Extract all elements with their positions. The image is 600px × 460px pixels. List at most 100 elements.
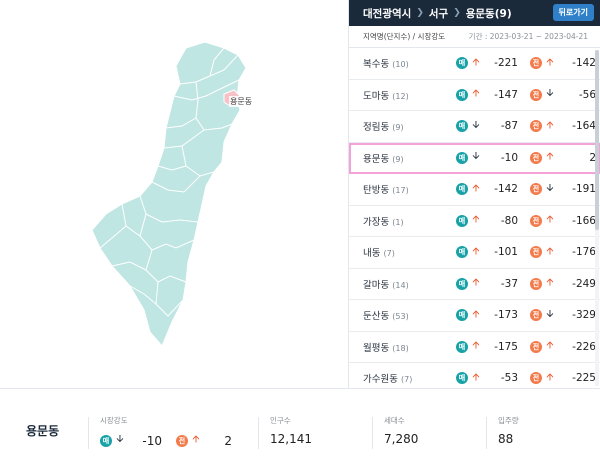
jeonse-value: -225: [572, 372, 596, 385]
region-name: 가수원동 (7): [363, 371, 456, 385]
region-row[interactable]: 둔산동 (53) 매 🡩 -173 전 🡫 -329: [349, 300, 600, 332]
maemae-value: -101: [494, 246, 518, 259]
breadcrumb-dong[interactable]: 용문동(9): [466, 6, 512, 21]
region-name-text: 가수원동: [363, 374, 398, 386]
maemae-badge: 매: [456, 340, 468, 353]
breadcrumb-district[interactable]: 서구: [429, 6, 448, 21]
complex-count: (7): [401, 375, 413, 385]
complex-count: (17): [392, 186, 409, 196]
population-label: 인구수: [270, 416, 291, 425]
chevron-right-icon: ❯: [416, 8, 424, 18]
maemae-badge: 매: [456, 309, 468, 322]
region-name-text: 용문동: [363, 153, 390, 165]
back-button[interactable]: 뒤로가기: [552, 4, 594, 21]
region-name-text: 둔산동: [363, 311, 390, 323]
maemae-value: -10: [500, 151, 518, 164]
region-name-text: 내동: [363, 248, 381, 260]
region-name-text: 복수동: [363, 59, 390, 71]
region-row[interactable]: 정림동 (9) 매 🡫 -87 전 🡩 -164: [349, 111, 600, 143]
scrollbar-thumb[interactable]: [595, 50, 599, 230]
region-row[interactable]: 갈마동 (14) 매 🡩 -37 전 🡩 -249: [349, 269, 600, 300]
summary-households: 세대수 7,280: [384, 415, 418, 446]
arrow-up-icon: 🡩: [472, 88, 480, 100]
maemae-value: -221: [494, 57, 518, 70]
arrow-up-icon: 🡩: [472, 277, 480, 289]
region-name: 둔산동 (53): [363, 308, 456, 322]
summary-population: 인구수 12,141: [270, 415, 312, 446]
strength-label: 시장강도: [100, 416, 128, 425]
jeonse-badge: 전: [530, 214, 542, 227]
region-name: 복수동 (10): [363, 56, 456, 70]
region-row[interactable]: 용문동 (9) 매 🡫 -10 전 🡩 2: [349, 142, 600, 174]
region-list: 복수동 (10) 매 🡩 -221 전 🡩 -142 도마동 (12) 매 🡩 -147 전 🡫 -56 정…: [349, 48, 600, 388]
breadcrumb: 대전광역시 ❯ 서구 ❯ 용문동(9) 뒤로가기: [349, 0, 600, 26]
map-selected-label: 용문동: [229, 96, 254, 107]
arrow-down-icon: 🡫: [546, 182, 554, 194]
app-root: 용문동 대전광역시 ❯ 서구 ❯ 용문동(9) 뒤로가기 지역명(단지수) / …: [0, 0, 600, 460]
arrow-up-icon: 🡩: [546, 214, 554, 226]
arrow-up-icon: 🡩: [472, 371, 480, 383]
complex-count: (53): [392, 312, 409, 322]
jeonse-value: -166: [572, 214, 596, 227]
maemae-badge: 매: [456, 372, 468, 385]
region-row[interactable]: 내동 (7) 매 🡩 -101 전 🡩 -176: [349, 237, 600, 269]
divider: [486, 417, 487, 449]
map-view[interactable]: 용문동: [0, 0, 348, 388]
maemae-value: -53: [500, 372, 518, 385]
region-name: 도마동 (12): [363, 88, 456, 102]
strength-m-value: -10: [142, 433, 162, 448]
maemae-badge: 매: [456, 57, 468, 70]
arrow-up-icon: 🡩: [472, 308, 480, 320]
maemae-badge: 매: [456, 151, 468, 164]
complex-count: (14): [392, 280, 409, 290]
arrow-up-icon: 🡩: [546, 119, 554, 131]
maemae-badge: 매: [456, 214, 468, 227]
arrow-up-icon: 🡩: [546, 277, 554, 289]
jeonse-badge: 전: [530, 183, 542, 196]
jeonse-value: -249: [572, 277, 596, 290]
jeonse-value: -226: [572, 340, 596, 353]
jeonse-value: 2: [589, 151, 596, 164]
district-map[interactable]: [0, 0, 348, 388]
region-row[interactable]: 월평동 (18) 매 🡩 -175 전 🡩 -226: [349, 332, 600, 363]
region-name-text: 갈마동: [363, 279, 390, 291]
region-row[interactable]: 도마동 (12) 매 🡩 -147 전 🡫 -56: [349, 80, 600, 111]
arrow-up-icon: 🡩: [546, 340, 554, 352]
arrow-up-icon: 🡩: [546, 371, 554, 383]
region-row[interactable]: 가장동 (1) 매 🡩 -80 전 🡩 -166: [349, 206, 600, 237]
strength-j-value: 2: [224, 433, 232, 448]
region-row[interactable]: 가수원동 (7) 매 🡩 -53 전 🡩 -225: [349, 363, 600, 388]
maemae-value: -173: [494, 309, 518, 322]
arrow-up-icon: 🡩: [472, 340, 480, 352]
region-name: 갈마동 (14): [363, 277, 456, 291]
jeonse-badge: 전: [530, 309, 542, 322]
arrow-up-icon: 🡩: [546, 56, 554, 68]
jeonse-value: -191: [572, 183, 596, 196]
maemae-value: -147: [494, 88, 518, 101]
maemae-value: -87: [500, 120, 518, 133]
jeonse-badge: 전: [530, 340, 542, 353]
jeonse-badge: 전: [530, 151, 542, 164]
arrow-up-icon: 🡩: [546, 245, 554, 257]
arrow-up-icon: 🡩: [472, 56, 480, 68]
region-name-text: 탄방동: [363, 185, 390, 197]
complex-count: (9): [392, 123, 404, 133]
jeonse-badge: 전: [530, 372, 542, 385]
divider: [88, 417, 89, 449]
list-subheader: 지역명(단지수) / 시장강도 기간 : 2023-03-21 ~ 2023-0…: [349, 26, 600, 48]
move-in-value: 88: [498, 432, 514, 446]
breadcrumb-city[interactable]: 대전광역시: [363, 6, 411, 21]
summary-move-in: 입주량 88: [498, 415, 519, 446]
region-name: 탄방동 (17): [363, 182, 456, 196]
complex-count: (1): [392, 217, 404, 227]
arrow-down-icon: 🡫: [472, 119, 480, 131]
jeonse-badge: 전: [530, 57, 542, 70]
region-name-text: 도마동: [363, 90, 390, 102]
period-text: 기간 : 2023-03-21 ~ 2023-04-21: [468, 32, 588, 41]
jeonse-value: -56: [578, 88, 596, 101]
column-label: 지역명(단지수) / 시장강도: [363, 32, 446, 41]
arrow-down-icon: 🡫: [472, 151, 480, 163]
maemae-value: -80: [500, 214, 518, 227]
region-row[interactable]: 탄방동 (17) 매 🡩 -142 전 🡫 -191: [349, 174, 600, 206]
region-row[interactable]: 복수동 (10) 매 🡩 -221 전 🡩 -142: [349, 48, 600, 80]
